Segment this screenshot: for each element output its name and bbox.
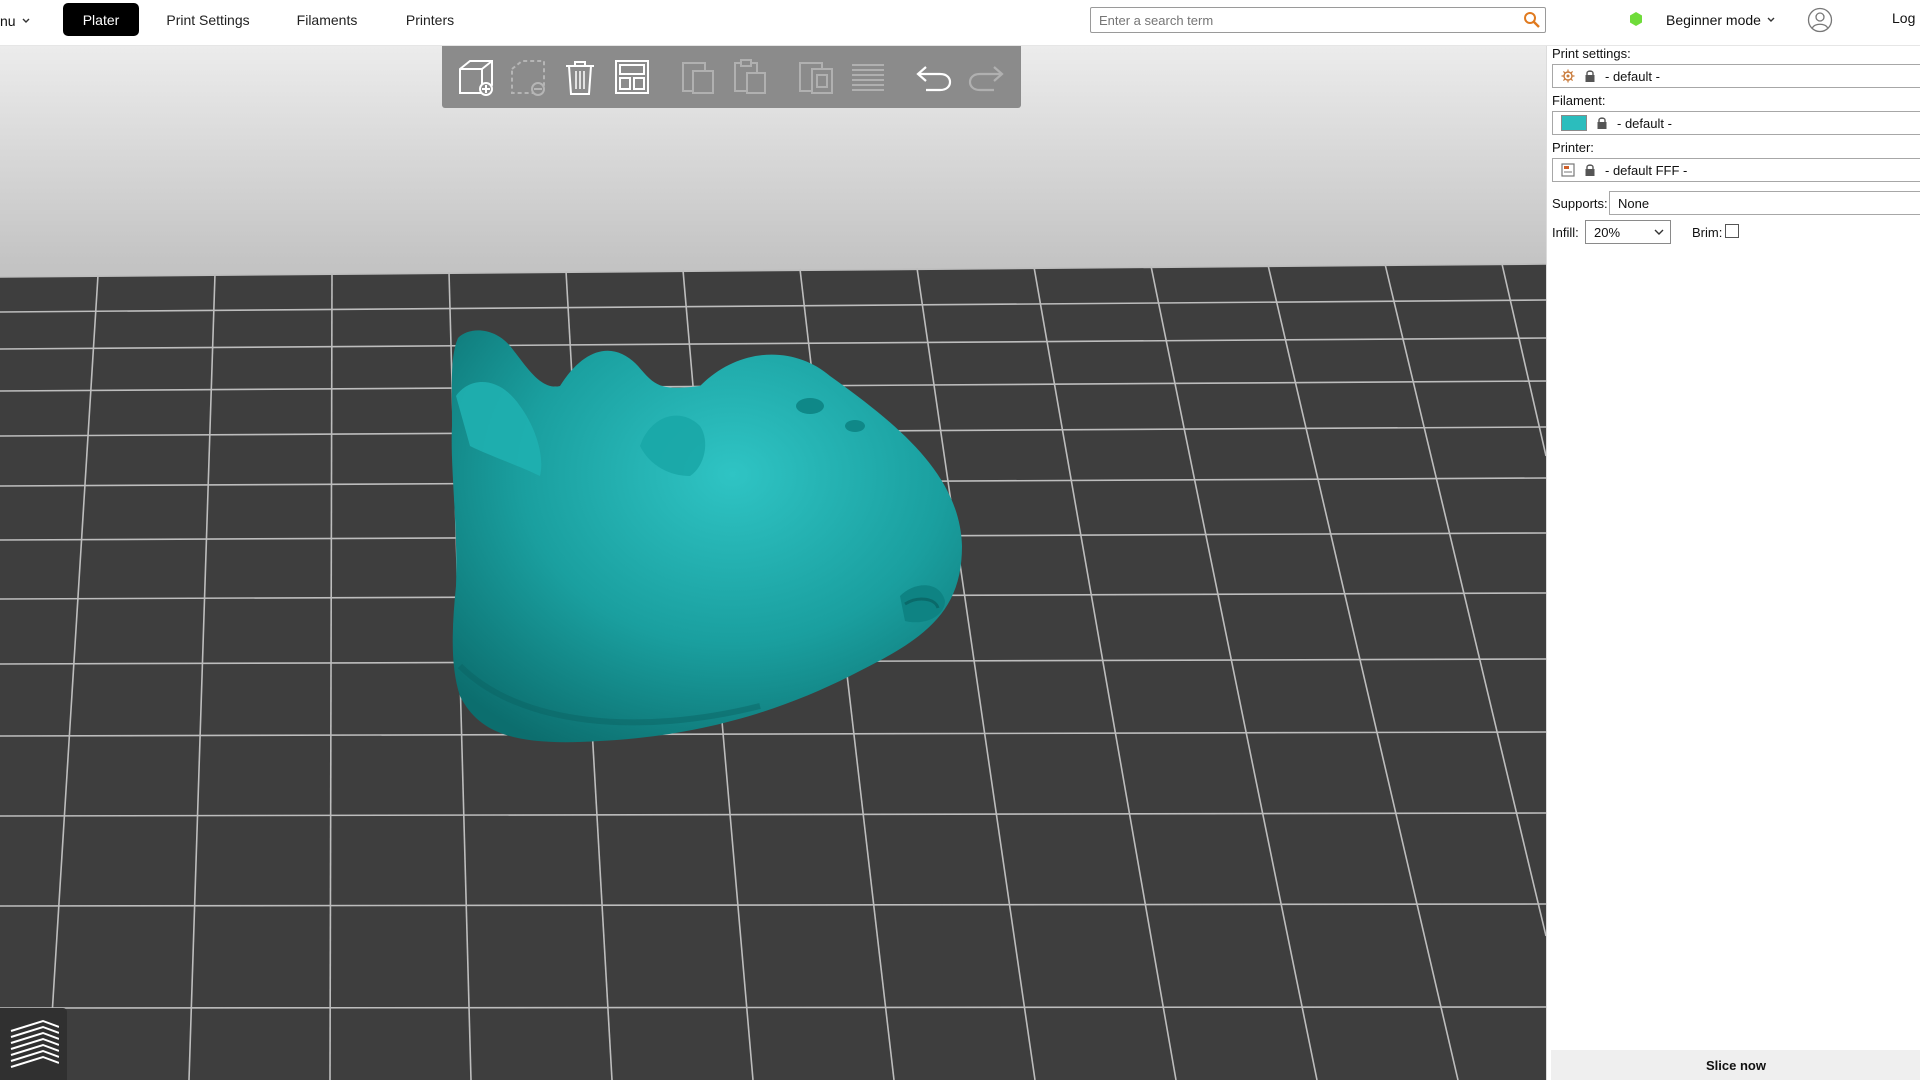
gear-icon — [1561, 69, 1575, 83]
mode-selector[interactable]: Beginner mode — [1666, 8, 1775, 32]
chevron-down-icon — [1654, 229, 1664, 235]
tab-label: Printers — [405, 11, 455, 28]
infill-select[interactable]: 20% — [1585, 220, 1671, 244]
redo-button[interactable] — [960, 51, 1012, 103]
lock-icon — [1583, 163, 1597, 177]
add-instance-button[interactable] — [790, 51, 842, 103]
infill-label: Infill: — [1552, 225, 1579, 240]
3d-viewport[interactable] — [0, 46, 1546, 1080]
split-button[interactable] — [842, 51, 894, 103]
toolbar-separator — [894, 51, 908, 103]
supports-combo[interactable]: None — [1609, 191, 1920, 215]
tab-plater[interactable]: Plater — [63, 3, 139, 36]
search-box — [1090, 7, 1546, 33]
filament-combo[interactable]: - default - — [1552, 111, 1920, 135]
printer-icon — [1561, 163, 1575, 177]
arrange-icon — [615, 60, 649, 94]
slice-now-button[interactable]: Slice now — [1551, 1050, 1920, 1080]
infill-value: 20% — [1594, 224, 1621, 240]
delete-all-button[interactable] — [554, 51, 606, 103]
undo-icon — [916, 66, 952, 92]
tab-label: Plater — [82, 11, 120, 28]
redo-icon — [968, 66, 1004, 92]
printer-label: Printer: — [1552, 140, 1594, 155]
print-settings-combo[interactable]: - default - — [1552, 64, 1920, 88]
tab-printers[interactable]: Printers — [398, 3, 462, 36]
toolbar-separator — [776, 51, 790, 103]
add-icon — [459, 60, 493, 96]
chevron-down-icon — [1767, 17, 1775, 22]
paste-icon — [734, 59, 766, 94]
search-icon[interactable] — [1519, 8, 1545, 32]
tab-label: Filaments — [296, 11, 358, 28]
filament-label: Filament: — [1552, 93, 1606, 108]
supports-label: Supports: — [1552, 196, 1608, 211]
add-object-button[interactable] — [450, 51, 502, 103]
tab-label: Print Settings — [166, 11, 250, 28]
settings-sidebar: Print settings: - default - Filament: - … — [1546, 46, 1920, 1080]
main-menu-button[interactable]: nu — [0, 10, 30, 32]
tab-filaments[interactable]: Filaments — [290, 3, 364, 36]
print-settings-label: Print settings: — [1552, 46, 1631, 61]
undo-button[interactable] — [908, 51, 960, 103]
supports-value: None — [1618, 195, 1650, 211]
copy-icon — [682, 62, 714, 94]
slice-now-label: Slice now — [1706, 1057, 1766, 1073]
copy-button[interactable] — [672, 51, 724, 103]
layers-icon — [10, 1019, 59, 1068]
toolbar-separator — [658, 51, 672, 103]
filament-color-swatch[interactable] — [1561, 115, 1587, 131]
lock-icon — [1583, 69, 1597, 83]
user-account-icon[interactable] — [1807, 7, 1833, 33]
instances-icon — [799, 62, 833, 94]
printer-combo[interactable]: - default FFF - — [1552, 158, 1920, 182]
tab-print-settings[interactable]: Print Settings — [162, 3, 254, 36]
filament-value: - default - — [1617, 115, 1672, 131]
mode-label: Beginner mode — [1666, 12, 1761, 28]
printer-value: - default FFF - — [1605, 162, 1688, 178]
brim-checkbox[interactable] — [1725, 224, 1739, 238]
chevron-down-icon — [22, 18, 30, 23]
layers-view-button[interactable] — [0, 1008, 67, 1080]
arrange-button[interactable] — [606, 51, 658, 103]
print-settings-value: - default - — [1605, 68, 1660, 84]
delete-button[interactable] — [502, 51, 554, 103]
menu-label: nu — [0, 13, 16, 29]
brim-label: Brim: — [1692, 225, 1723, 240]
paste-button[interactable] — [724, 51, 776, 103]
split-icon — [852, 64, 884, 91]
lock-icon — [1595, 116, 1609, 130]
delete-all-icon — [566, 61, 594, 95]
login-link[interactable]: Log i — [1892, 10, 1920, 26]
build-plate-scene — [0, 263, 1546, 1080]
plater-toolbar — [442, 46, 1021, 108]
delete-icon — [511, 60, 545, 96]
top-bar: nu Plater Print Settings Filaments Print… — [0, 0, 1920, 46]
search-input[interactable] — [1099, 12, 1519, 28]
mode-indicator-icon — [1630, 12, 1642, 26]
